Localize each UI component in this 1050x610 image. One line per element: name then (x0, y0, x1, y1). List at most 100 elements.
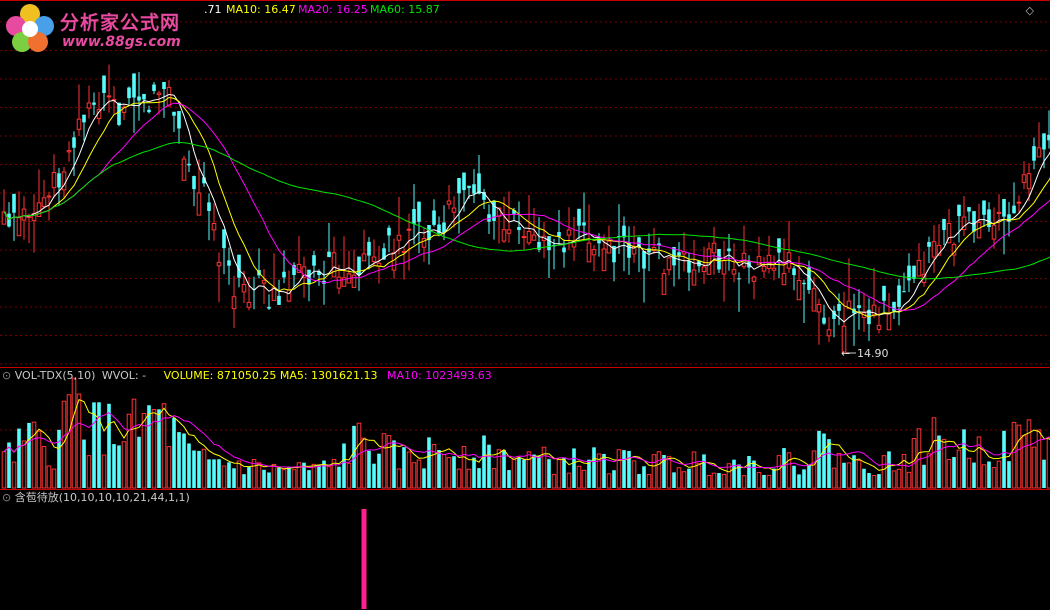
candle-body-down (432, 210, 436, 225)
low-annotation-label: 14.90 (857, 347, 889, 360)
candle-body-up (976, 221, 982, 239)
volume-bar-down (877, 474, 881, 488)
candle-body-down (972, 211, 976, 232)
volume-bar-up (66, 394, 72, 489)
volume-bar-up (581, 469, 587, 489)
candle-body-down (147, 109, 151, 113)
volume-bar-up (381, 433, 387, 489)
volume-bar-up (461, 445, 467, 489)
volume-bar-up (541, 446, 547, 489)
candle-body-up (66, 150, 72, 153)
volume-bar-up (786, 452, 792, 489)
ma60-line (3, 141, 1050, 280)
candle-body-down (647, 248, 651, 253)
candle-body-down (7, 213, 11, 227)
volume-bar-down (782, 448, 786, 488)
candle-body-down (152, 84, 156, 91)
stock-chart: 14.90 ← (0, 0, 1050, 609)
ma20-header: MA20: 16.25 (298, 3, 368, 17)
candle-body-up (661, 273, 667, 295)
volume-indicator-name[interactable]: VOL-TDX(5,10) (15, 369, 96, 382)
logo-url: www.88gs.com (62, 34, 181, 50)
ma60-value: MA60: 15.87 (370, 3, 440, 16)
volume-bar-down (732, 459, 736, 488)
candle-body-down (1012, 205, 1016, 214)
volume-bar-down (422, 468, 426, 488)
volume-bar-down (827, 439, 831, 488)
volume-bar-up (201, 448, 207, 489)
candle-body-up (796, 280, 802, 301)
candle-body-down (897, 285, 901, 307)
volume-bar-down (287, 466, 291, 488)
candle-body-down (857, 305, 861, 309)
volume-bar-down (962, 429, 966, 488)
volume-bar-down (822, 433, 826, 488)
volume-bar-down (182, 433, 186, 488)
candle-body-up (196, 192, 202, 216)
volume-bar-up (711, 472, 717, 489)
volume-bar-up (126, 413, 132, 489)
volume-bar-down (277, 467, 281, 488)
volume-bar-up (856, 460, 862, 489)
ma20-value: MA20: 16.25 (298, 3, 368, 16)
candle-body-down (387, 227, 391, 236)
candle-body-up (241, 283, 247, 293)
volume-bar-up (86, 455, 92, 489)
candle-body-up (996, 211, 1002, 214)
volume-bar-up (981, 464, 987, 489)
candle-body-down (1002, 199, 1006, 217)
volume-bar-down (487, 444, 491, 488)
volume-bar-down (622, 450, 626, 488)
candle-body-down (137, 96, 141, 101)
volume-bar-up (311, 463, 317, 489)
candle-body-down (547, 236, 551, 251)
volume-bar-up (101, 454, 107, 489)
candle-body-down (237, 254, 241, 278)
volume-bar-up (891, 470, 897, 489)
volume-bar-up (406, 451, 412, 489)
candle-body-down (462, 172, 466, 191)
volume-bar-up (41, 445, 47, 489)
volume-bars (1, 377, 1050, 489)
signal-indicator-name[interactable]: 含苞待放(10,10,10,10,21,44,1,1) (15, 491, 190, 504)
candle-body-down (282, 271, 286, 278)
candle-body-up (591, 249, 597, 256)
candle-body-up (371, 256, 377, 263)
volume-bar-up (491, 468, 497, 489)
volume-bar-up (966, 457, 972, 489)
candle-body-down (207, 202, 211, 211)
candle-body-down (417, 201, 421, 222)
diamond-icon[interactable]: ◇ (1026, 4, 1034, 17)
candle-body-down (562, 247, 566, 253)
candle-body-up (711, 242, 717, 254)
volume-bar-down (262, 469, 266, 488)
candle-body-up (261, 279, 267, 284)
volume-bar-up (551, 473, 557, 489)
volume-bar-up (1026, 419, 1032, 489)
volume-bar-down (792, 465, 796, 488)
candle-body-up (21, 208, 27, 221)
volume-header: ⊙ VOL-TDX(5,10) WVOL: - VOLUME: 871050.2… (2, 369, 492, 383)
volume-bar-up (871, 475, 877, 489)
candle-body-down (577, 208, 581, 226)
volume-bar-down (642, 466, 646, 488)
volume-bar-up (446, 457, 452, 489)
candle-body-up (826, 329, 832, 337)
volume-bar-down (752, 460, 756, 488)
site-logo: 分析家公式网 www.88gs.com (0, 0, 200, 56)
volume-bar-down (372, 463, 376, 488)
candle-body-down (777, 238, 781, 253)
volume-bar-up (456, 468, 462, 489)
ma10-line (3, 96, 1050, 318)
volume-bar-up (811, 450, 817, 489)
volume-bar-down (267, 472, 271, 488)
candle-body-up (811, 288, 817, 312)
volume-bar-down (427, 437, 431, 488)
volume-bar-up (166, 446, 172, 489)
volume-bar-up (71, 377, 77, 489)
volume-bar-down (987, 461, 991, 488)
volume-bar-down (472, 457, 476, 488)
volume-bar-up (46, 465, 52, 489)
candle-body-up (931, 241, 937, 258)
volume-bar-down (922, 464, 926, 488)
